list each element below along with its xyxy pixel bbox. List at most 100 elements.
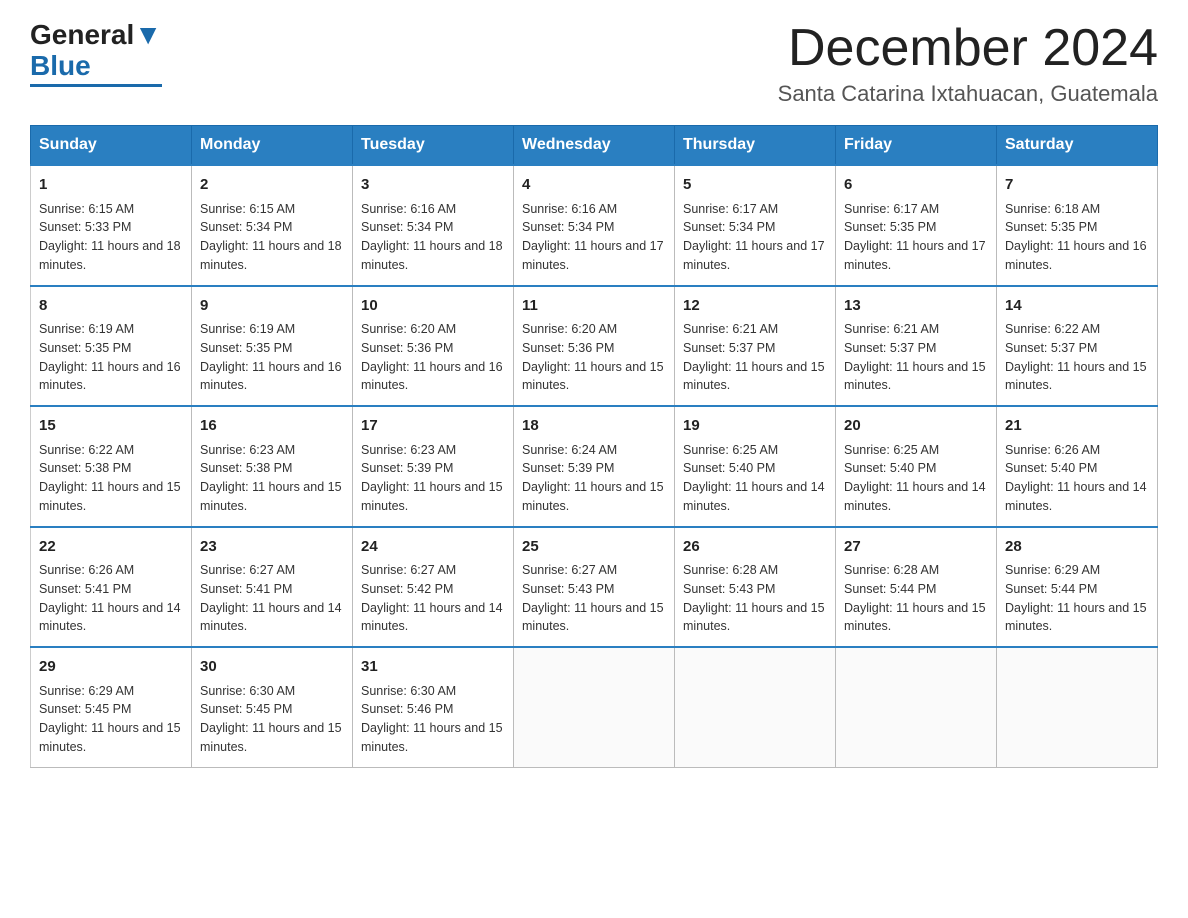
calendar-week-row: 1 Sunrise: 6:15 AMSunset: 5:33 PMDaylight… xyxy=(31,165,1158,286)
calendar-cell: 7 Sunrise: 6:18 AMSunset: 5:35 PMDaylight… xyxy=(997,165,1158,286)
day-info: Sunrise: 6:21 AMSunset: 5:37 PMDaylight:… xyxy=(844,322,986,392)
day-info: Sunrise: 6:22 AMSunset: 5:37 PMDaylight:… xyxy=(1005,322,1147,392)
calendar-cell: 10 Sunrise: 6:20 AMSunset: 5:36 PMDayligh… xyxy=(353,286,514,407)
day-number: 16 xyxy=(200,415,344,438)
day-info: Sunrise: 6:15 AMSunset: 5:34 PMDaylight:… xyxy=(200,202,342,272)
calendar-cell: 20 Sunrise: 6:25 AMSunset: 5:40 PMDayligh… xyxy=(836,406,997,527)
day-info: Sunrise: 6:27 AMSunset: 5:43 PMDaylight:… xyxy=(522,563,664,633)
day-info: Sunrise: 6:15 AMSunset: 5:33 PMDaylight:… xyxy=(39,202,181,272)
day-number: 28 xyxy=(1005,536,1149,559)
day-info: Sunrise: 6:17 AMSunset: 5:35 PMDaylight:… xyxy=(844,202,986,272)
day-number: 1 xyxy=(39,174,183,197)
calendar-cell: 21 Sunrise: 6:26 AMSunset: 5:40 PMDayligh… xyxy=(997,406,1158,527)
calendar-cell: 14 Sunrise: 6:22 AMSunset: 5:37 PMDayligh… xyxy=(997,286,1158,407)
calendar-week-row: 15 Sunrise: 6:22 AMSunset: 5:38 PMDayligh… xyxy=(31,406,1158,527)
day-number: 6 xyxy=(844,174,988,197)
calendar-cell: 2 Sunrise: 6:15 AMSunset: 5:34 PMDaylight… xyxy=(192,165,353,286)
calendar-cell: 3 Sunrise: 6:16 AMSunset: 5:34 PMDaylight… xyxy=(353,165,514,286)
day-info: Sunrise: 6:21 AMSunset: 5:37 PMDaylight:… xyxy=(683,322,825,392)
day-info: Sunrise: 6:16 AMSunset: 5:34 PMDaylight:… xyxy=(361,202,503,272)
calendar-cell: 22 Sunrise: 6:26 AMSunset: 5:41 PMDayligh… xyxy=(31,527,192,648)
day-number: 14 xyxy=(1005,295,1149,318)
header-thursday: Thursday xyxy=(675,126,836,166)
day-number: 23 xyxy=(200,536,344,559)
calendar-cell: 1 Sunrise: 6:15 AMSunset: 5:33 PMDaylight… xyxy=(31,165,192,286)
day-number: 29 xyxy=(39,656,183,679)
month-title: December 2024 xyxy=(778,20,1158,77)
calendar-cell: 16 Sunrise: 6:23 AMSunset: 5:38 PMDayligh… xyxy=(192,406,353,527)
calendar-table: SundayMondayTuesdayWednesdayThursdayFrid… xyxy=(30,125,1158,768)
calendar-cell xyxy=(675,647,836,767)
calendar-cell: 11 Sunrise: 6:20 AMSunset: 5:36 PMDayligh… xyxy=(514,286,675,407)
day-number: 12 xyxy=(683,295,827,318)
day-number: 5 xyxy=(683,174,827,197)
day-number: 24 xyxy=(361,536,505,559)
calendar-cell xyxy=(514,647,675,767)
day-number: 10 xyxy=(361,295,505,318)
day-number: 26 xyxy=(683,536,827,559)
calendar-cell: 26 Sunrise: 6:28 AMSunset: 5:43 PMDayligh… xyxy=(675,527,836,648)
day-number: 21 xyxy=(1005,415,1149,438)
header-sunday: Sunday xyxy=(31,126,192,166)
day-number: 15 xyxy=(39,415,183,438)
calendar-week-row: 29Sunrise: 6:29 AMSunset: 5:45 PMDayligh… xyxy=(31,647,1158,767)
calendar-cell xyxy=(997,647,1158,767)
calendar-header-row: SundayMondayTuesdayWednesdayThursdayFrid… xyxy=(31,126,1158,166)
day-number: 2 xyxy=(200,174,344,197)
calendar-cell: 24 Sunrise: 6:27 AMSunset: 5:42 PMDayligh… xyxy=(353,527,514,648)
header-monday: Monday xyxy=(192,126,353,166)
calendar-cell: 31 Sunrise: 6:30 AMSunset: 5:46 PMDayligh… xyxy=(353,647,514,767)
day-info: Sunrise: 6:20 AMSunset: 5:36 PMDaylight:… xyxy=(361,322,503,392)
day-number: 18 xyxy=(522,415,666,438)
day-number: 25 xyxy=(522,536,666,559)
calendar-cell: 19 Sunrise: 6:25 AMSunset: 5:40 PMDayligh… xyxy=(675,406,836,527)
calendar-cell: 30Sunrise: 6:30 AMSunset: 5:45 PMDayligh… xyxy=(192,647,353,767)
day-number: 9 xyxy=(200,295,344,318)
day-number: 22 xyxy=(39,536,183,559)
day-number: 13 xyxy=(844,295,988,318)
calendar-cell: 12 Sunrise: 6:21 AMSunset: 5:37 PMDayligh… xyxy=(675,286,836,407)
calendar-cell: 27 Sunrise: 6:28 AMSunset: 5:44 PMDayligh… xyxy=(836,527,997,648)
day-info: Sunrise: 6:27 AMSunset: 5:42 PMDaylight:… xyxy=(361,563,503,633)
day-info: Sunrise: 6:20 AMSunset: 5:36 PMDaylight:… xyxy=(522,322,664,392)
day-info: Sunrise: 6:19 AMSunset: 5:35 PMDaylight:… xyxy=(39,322,181,392)
day-info: Sunrise: 6:18 AMSunset: 5:35 PMDaylight:… xyxy=(1005,202,1147,272)
day-info: Sunrise: 6:25 AMSunset: 5:40 PMDaylight:… xyxy=(844,443,986,513)
day-number: 17 xyxy=(361,415,505,438)
calendar-cell: 29Sunrise: 6:29 AMSunset: 5:45 PMDayligh… xyxy=(31,647,192,767)
calendar-cell: 17Sunrise: 6:23 AMSunset: 5:39 PMDayligh… xyxy=(353,406,514,527)
day-info: Sunrise: 6:24 AMSunset: 5:39 PMDaylight:… xyxy=(522,443,664,513)
day-info: Sunrise: 6:28 AMSunset: 5:43 PMDaylight:… xyxy=(683,563,825,633)
day-number: 4 xyxy=(522,174,666,197)
day-info: Sunrise: 6:26 AMSunset: 5:41 PMDaylight:… xyxy=(39,563,181,633)
day-number: 7 xyxy=(1005,174,1149,197)
day-info: Sunrise: 6:28 AMSunset: 5:44 PMDaylight:… xyxy=(844,563,986,633)
day-number: 19 xyxy=(683,415,827,438)
day-info: Sunrise: 6:22 AMSunset: 5:38 PMDaylight:… xyxy=(39,443,181,513)
logo: General▼Blue xyxy=(30,20,162,87)
day-info: Sunrise: 6:23 AMSunset: 5:38 PMDaylight:… xyxy=(200,443,342,513)
day-number: 3 xyxy=(361,174,505,197)
day-info: Sunrise: 6:16 AMSunset: 5:34 PMDaylight:… xyxy=(522,202,664,272)
day-info: Sunrise: 6:26 AMSunset: 5:40 PMDaylight:… xyxy=(1005,443,1147,513)
location-title: Santa Catarina Ixtahuacan, Guatemala xyxy=(778,81,1158,107)
calendar-cell xyxy=(836,647,997,767)
day-number: 11 xyxy=(522,295,666,318)
logo-text: General▼Blue xyxy=(30,20,162,82)
day-info: Sunrise: 6:29 AMSunset: 5:44 PMDaylight:… xyxy=(1005,563,1147,633)
header-friday: Friday xyxy=(836,126,997,166)
header-tuesday: Tuesday xyxy=(353,126,514,166)
calendar-cell: 28 Sunrise: 6:29 AMSunset: 5:44 PMDayligh… xyxy=(997,527,1158,648)
day-info: Sunrise: 6:19 AMSunset: 5:35 PMDaylight:… xyxy=(200,322,342,392)
calendar-cell: 8 Sunrise: 6:19 AMSunset: 5:35 PMDaylight… xyxy=(31,286,192,407)
day-info: Sunrise: 6:25 AMSunset: 5:40 PMDaylight:… xyxy=(683,443,825,513)
day-number: 27 xyxy=(844,536,988,559)
day-info: Sunrise: 6:30 AMSunset: 5:46 PMDaylight:… xyxy=(361,684,503,754)
day-number: 8 xyxy=(39,295,183,318)
header-saturday: Saturday xyxy=(997,126,1158,166)
day-number: 30 xyxy=(200,656,344,679)
day-number: 20 xyxy=(844,415,988,438)
day-number: 31 xyxy=(361,656,505,679)
calendar-week-row: 22 Sunrise: 6:26 AMSunset: 5:41 PMDayligh… xyxy=(31,527,1158,648)
calendar-cell: 6 Sunrise: 6:17 AMSunset: 5:35 PMDaylight… xyxy=(836,165,997,286)
